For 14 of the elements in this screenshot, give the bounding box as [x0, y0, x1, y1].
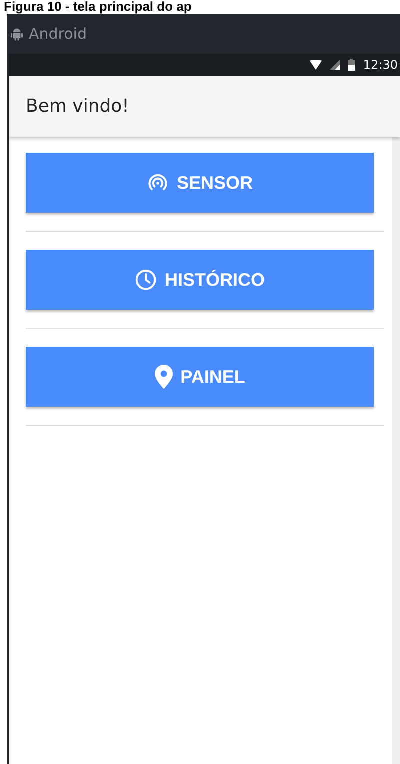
battery-icon — [348, 59, 356, 71]
signal-icon — [330, 60, 340, 70]
location-pin-icon — [154, 365, 173, 389]
robot-icon — [11, 27, 23, 41]
status-time: 12:30 — [363, 58, 398, 72]
wifi-icon — [310, 60, 322, 70]
menu-button[interactable]: SENSOR — [26, 153, 374, 213]
scrollbar[interactable] — [392, 137, 400, 764]
figure-caption: Figura 10 - tela principal do ap — [3, 0, 193, 14]
menu-button[interactable]: HISTÓRICO — [26, 250, 374, 310]
app-title: Bem vindo! — [26, 96, 130, 117]
window-title: Android — [29, 25, 87, 43]
menu-button[interactable]: PAINEL — [26, 347, 374, 407]
clock-icon — [134, 269, 157, 291]
